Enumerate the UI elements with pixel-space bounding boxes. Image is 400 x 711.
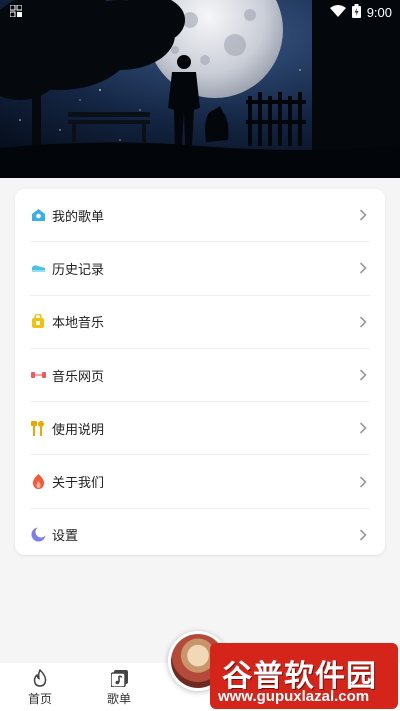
hero-banner xyxy=(0,0,400,178)
web-music-icon xyxy=(30,367,46,383)
settings-icon xyxy=(30,527,46,543)
playlist-icon xyxy=(30,207,46,223)
menu-item-label: 使用说明 xyxy=(52,422,105,438)
menu-item-about-us[interactable]: 关于我们 xyxy=(30,455,370,509)
status-bar: 9:00 xyxy=(0,0,400,24)
menu-item-label: 历史记录 xyxy=(52,262,105,278)
about-icon xyxy=(30,474,46,490)
history-icon xyxy=(30,260,46,276)
menu-item-history[interactable]: 历史记录 xyxy=(30,242,370,296)
nav-home-label: 首页 xyxy=(27,692,52,706)
menu-item-label: 本地音乐 xyxy=(52,316,105,332)
battery-charging-icon xyxy=(351,4,361,21)
watermark-url: www.gupuxlazal.com xyxy=(218,688,370,705)
chevron-right-icon xyxy=(356,315,370,329)
nav-playlist-label: 歌单 xyxy=(106,692,131,706)
local-music-icon xyxy=(30,314,46,330)
status-time: 9:00 xyxy=(366,5,392,20)
menu-item-web-music[interactable]: 音乐网页 xyxy=(30,349,370,403)
watermark-logo: 谷普软件园 www.gupuxlazal.com xyxy=(210,643,398,709)
notification-icon xyxy=(9,4,23,20)
chevron-right-icon xyxy=(356,475,370,489)
menu-item-label: 我的歌单 xyxy=(52,209,105,225)
chevron-right-icon xyxy=(356,421,370,435)
nav-playlist[interactable]: 歌单 xyxy=(89,668,149,707)
flame-icon xyxy=(10,668,70,688)
playlist-nav-icon xyxy=(89,668,149,688)
chevron-right-icon xyxy=(356,528,370,542)
menu-item-label: 设置 xyxy=(52,529,79,545)
menu-item-instructions[interactable]: 使用说明 xyxy=(30,402,370,456)
night-scene-image xyxy=(0,0,400,178)
menu-item-local-music[interactable]: 本地音乐 xyxy=(30,296,370,349)
menu-item-settings[interactable]: 设置 xyxy=(30,509,370,561)
menu-card: 我的歌单 历史记录 本地音乐 音乐网页 使用说明 关于我们 设置 xyxy=(15,189,385,555)
nav-home[interactable]: 首页 xyxy=(10,668,70,707)
instructions-icon xyxy=(30,420,46,436)
wifi-icon xyxy=(329,5,346,20)
chevron-right-icon xyxy=(356,208,370,222)
menu-item-my-playlist[interactable]: 我的歌单 xyxy=(30,189,370,243)
menu-item-label: 音乐网页 xyxy=(52,369,105,385)
menu-item-label: 关于我们 xyxy=(52,476,105,492)
chevron-right-icon xyxy=(356,261,370,275)
chevron-right-icon xyxy=(356,368,370,382)
